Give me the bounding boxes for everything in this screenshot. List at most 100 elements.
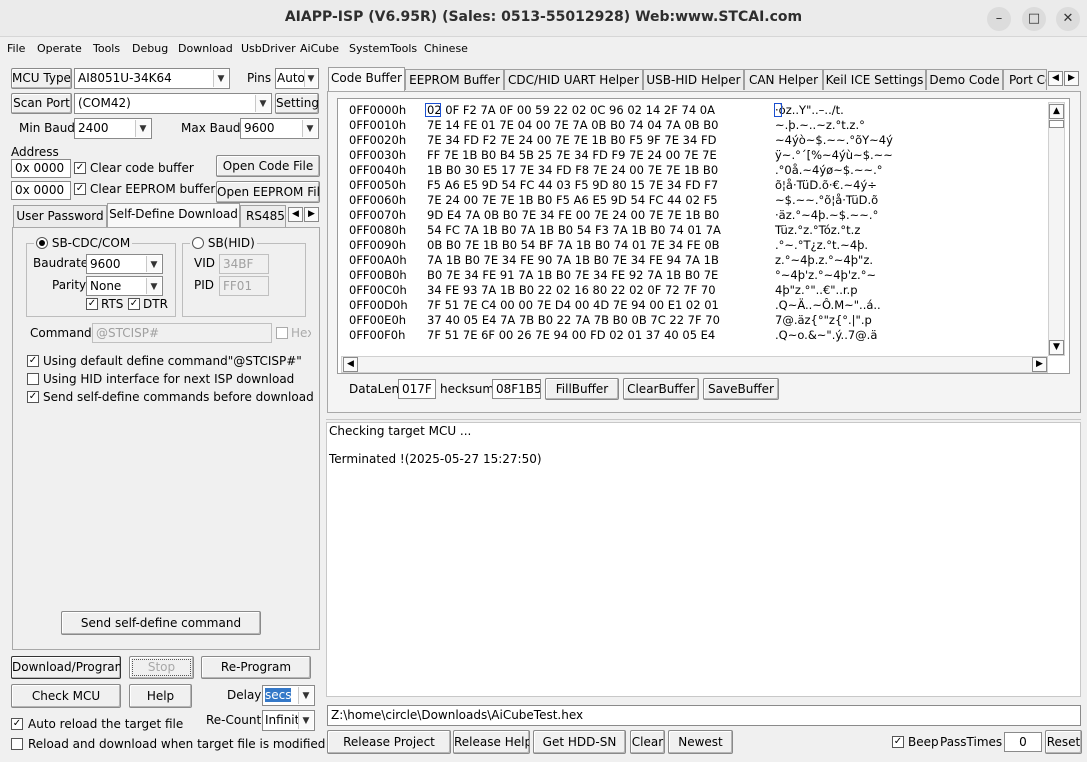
close-button[interactable]: ✕ (1056, 7, 1080, 31)
sb-hid-radio[interactable] (192, 237, 204, 249)
maximize-button[interactable]: □ (1022, 7, 1046, 31)
clear-eeprom-checkbox[interactable]: ✓ (74, 183, 86, 195)
hex-bytes[interactable]: 1B B0 30 E5 17 7E 34 FD F8 7E 24 00 7E 7… (427, 163, 718, 177)
chevron-down-icon[interactable]: ▼ (1049, 340, 1064, 355)
pid-input[interactable]: FF01 (219, 276, 269, 296)
hex-ascii[interactable]: 7@.äz{°"z{°.|".p (775, 313, 872, 327)
release-help-button[interactable]: Release Help (453, 730, 530, 754)
rts-checkbox[interactable]: ✓ (86, 298, 98, 310)
get-hdd-sn-button[interactable]: Get HDD-SN (533, 730, 626, 754)
hex-bytes[interactable]: 34 FE 93 7A 1B B0 22 02 16 80 22 02 0F 7… (427, 283, 716, 297)
menu-download[interactable]: Download (178, 42, 233, 55)
hid-interface-checkbox[interactable] (27, 373, 39, 385)
tab-usb-hid-helper[interactable]: USB-HID Helper (643, 69, 744, 90)
hex-ascii[interactable]: ·òz..Y"..–../t. (775, 103, 844, 117)
tab-can-helper[interactable]: CAN Helper (744, 69, 823, 90)
default-command-checkbox[interactable]: ✓ (27, 355, 39, 367)
hex-bytes[interactable]: 37 40 05 E4 7A 7B B0 22 7A 7B B0 0B 7C 2… (427, 313, 720, 327)
parity-select[interactable]: None ▼ (86, 276, 163, 296)
hex-checkbox[interactable] (276, 327, 288, 339)
open-code-file-button[interactable]: Open Code File (216, 155, 320, 177)
max-baud-select[interactable]: 9600 ▼ (240, 118, 319, 139)
tab-self-define-download[interactable]: Self-Define Download (107, 203, 240, 228)
sb-cdc-radio[interactable] (36, 237, 48, 249)
tab-user-password[interactable]: User Password (13, 205, 107, 227)
send-self-define-command-button[interactable]: Send self-define command (61, 611, 261, 635)
menu-usbdriver[interactable]: UsbDriver (241, 42, 296, 55)
menu-aicube[interactable]: AiCube (300, 42, 339, 55)
send-before-download-checkbox[interactable]: ✓ (27, 391, 39, 403)
hex-ascii[interactable]: ÿ~.°´[%~4ýù~$.~~ (775, 148, 893, 162)
menu-file[interactable]: File (7, 42, 25, 55)
re-program-button[interactable]: Re-Program (201, 656, 311, 679)
minimize-button[interactable]: – (987, 7, 1011, 31)
vid-input[interactable]: 34BF (219, 254, 269, 274)
hex-bytes[interactable]: 9D E4 7A 0B B0 7E 34 FE 00 7E 24 00 7E 7… (427, 208, 719, 222)
hex-bytes[interactable]: 54 FC 7A 1B B0 7A 1B B0 54 F3 7A 1B B0 7… (427, 223, 721, 237)
hex-ascii[interactable]: Tüz.°z.°Tóz.°t.z (775, 223, 860, 237)
tab-rs485[interactable]: RS485 (240, 205, 286, 227)
baudrate-select[interactable]: 9600 ▼ (86, 254, 163, 274)
tab-keil-ice-settings[interactable]: Keil ICE Settings (823, 69, 926, 90)
hex-bytes[interactable]: 7E 14 FE 01 7E 04 00 7E 7A 0B B0 74 04 7… (427, 118, 718, 132)
menu-debug[interactable]: Debug (132, 42, 168, 55)
menu-operate[interactable]: Operate (37, 42, 82, 55)
chevron-right-icon[interactable]: ▶ (304, 207, 319, 222)
tab-eeprom-buffer[interactable]: EEPROM Buffer (405, 69, 504, 90)
hex-horizontal-scrollbar[interactable] (341, 356, 1048, 373)
code-address-input[interactable]: 0x 0000 (11, 159, 71, 178)
scroll-thumb[interactable] (1049, 120, 1064, 128)
chevron-up-icon[interactable]: ▲ (1049, 104, 1064, 119)
tab-code-buffer[interactable]: Code Buffer (328, 67, 405, 91)
scan-port-button[interactable]: Scan Port (11, 93, 72, 114)
tab-port-config[interactable]: Port Co (1003, 69, 1047, 90)
pins-select[interactable]: Auto ▼ (275, 68, 319, 89)
reload-modified-checkbox[interactable] (11, 738, 23, 750)
hex-ascii[interactable]: .°~.°T¿z.°t.~4þ. (775, 238, 868, 252)
stop-button[interactable]: Stop (129, 656, 194, 679)
hex-bytes[interactable]: 02 0F F2 7A 0F 00 59 22 02 0C 96 02 14 2… (427, 103, 715, 117)
check-mcu-button[interactable]: Check MCU (11, 684, 121, 708)
newest-button[interactable]: Newest (668, 730, 733, 754)
open-eeprom-file-button[interactable]: Open EEPROM File (216, 181, 320, 203)
delay-select[interactable]: secs ▼ (262, 685, 315, 706)
download-program-button[interactable]: Download/Program (11, 656, 121, 679)
hex-ascii[interactable]: .Q~Ä..~Ô.M~"..á.. (775, 298, 881, 312)
fill-buffer-button[interactable]: FillBuffer (545, 378, 619, 400)
hex-ascii[interactable]: 4þ"z.°"..€"..r.p (775, 283, 858, 297)
chevron-left-icon[interactable]: ◀ (343, 357, 358, 372)
chevron-right-icon[interactable]: ▶ (1064, 71, 1079, 86)
menu-systemtools[interactable]: SystemTools (349, 42, 417, 55)
clear-code-checkbox[interactable]: ✓ (74, 162, 86, 174)
file-path-field[interactable]: Z:\home\circle\Downloads\AiCubeTest.hex (327, 705, 1081, 726)
setting-button[interactable]: Setting (275, 93, 319, 114)
auto-reload-checkbox[interactable]: ✓ (11, 718, 23, 730)
hex-ascii[interactable]: ·äz.°~4þ.~$.~~.° (775, 208, 878, 222)
hex-bytes[interactable]: 7E 34 FD F2 7E 24 00 7E 7E 1B B0 F5 9F 7… (427, 133, 716, 147)
hex-ascii[interactable]: ~$.~~.°õ¦å·TüD.õ (775, 193, 878, 207)
clear-button[interactable]: Clear (630, 730, 665, 754)
tab-cdc-hid-uart-helper[interactable]: CDC/HID UART Helper (504, 69, 643, 90)
hex-bytes[interactable]: 7E 24 00 7E 7E 1B B0 F5 A6 E5 9D 54 FC 4… (427, 193, 718, 207)
tab-demo-code[interactable]: Demo Code (926, 69, 1003, 90)
help-button[interactable]: Help (129, 684, 192, 708)
save-buffer-button[interactable]: SaveBuffer (703, 378, 779, 400)
output-log[interactable]: Checking target MCU ... Terminated !(202… (326, 422, 1081, 697)
hex-bytes[interactable]: B0 7E 34 FE 91 7A 1B B0 7E 34 FE 92 7A 1… (427, 268, 718, 282)
hex-ascii[interactable]: .Q~o.&~".ý..7@.ä (775, 328, 877, 342)
hex-ascii[interactable]: z.°~4þ.z.°~4þ"z. (775, 253, 873, 267)
hex-vertical-scrollbar[interactable] (1048, 102, 1065, 356)
hex-ascii[interactable]: °~4þ'z.°~4þ'z.°~ (775, 268, 876, 282)
command-input[interactable]: @STCISP# (92, 323, 272, 343)
mcu-type-select[interactable]: AI8051U-34K64 ▼ (74, 68, 230, 89)
reset-button[interactable]: Reset (1045, 730, 1082, 754)
hex-bytes[interactable]: 0B B0 7E 1B B0 54 BF 7A 1B B0 74 01 7E 3… (427, 238, 720, 252)
re-count-select[interactable]: Infinite ▼ (262, 710, 315, 731)
hex-ascii[interactable]: õ¦å·TüD.õ·€.~4ý÷ (775, 178, 877, 192)
menu-tools[interactable]: Tools (93, 42, 120, 55)
chevron-right-icon[interactable]: ▶ (1032, 357, 1047, 372)
hex-bytes[interactable]: FF 7E 1B B0 B4 5B 25 7E 34 FD F9 7E 24 0… (427, 148, 717, 162)
dtr-checkbox[interactable]: ✓ (128, 298, 140, 310)
hex-ascii[interactable]: ~.þ.~..~z.°t.z.° (775, 118, 865, 132)
hex-bytes[interactable]: 7A 1B B0 7E 34 FE 90 7A 1B B0 7E 34 FE 9… (427, 253, 719, 267)
